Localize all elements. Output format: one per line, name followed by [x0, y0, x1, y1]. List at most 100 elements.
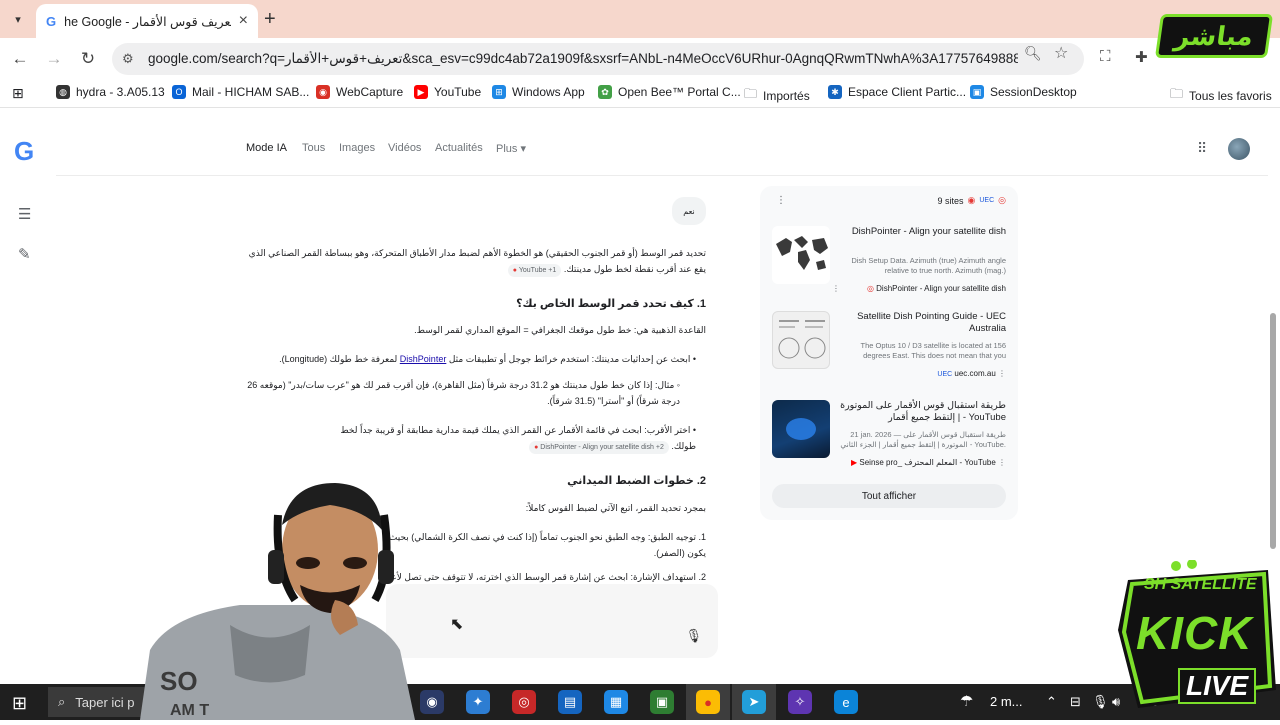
- mouse-cursor-icon: ⬉: [450, 616, 464, 633]
- tab-actualites[interactable]: Actualités: [435, 142, 483, 154]
- bookmark-label: YouTube: [434, 85, 482, 99]
- source-site: ▶ Seinse pro_ المعلم المحترف - YouTube ⋮: [838, 458, 1006, 467]
- show-all-button[interactable]: Tout afficher: [772, 484, 1006, 508]
- close-tab-icon[interactable]: ×: [239, 12, 248, 30]
- app-icon[interactable]: ✦: [466, 690, 490, 714]
- new-tab-button[interactable]: +: [264, 8, 276, 31]
- bookmark-label: SessionDesktop: [990, 85, 1077, 99]
- uec-icon: UEC: [979, 197, 995, 204]
- tab-strip: ▾ G he Google - تعريف قوس الأقمار × +: [0, 0, 1280, 38]
- tab-tous[interactable]: Tous: [302, 142, 325, 154]
- back-button[interactable]: ←: [8, 47, 32, 71]
- source-site-label: DishPointer - Align your satellite dish: [876, 284, 1006, 293]
- source-chip[interactable]: ● DishPointer - Align your satellite dis…: [529, 441, 669, 454]
- badge-top-text: SH SATELLITE: [1144, 576, 1257, 593]
- bookmark-label: WebCapture: [336, 85, 404, 99]
- bookmark-youtube[interactable]: ▶ YouTube: [414, 85, 481, 99]
- microphone-icon[interactable]: 🎙︎: [1092, 694, 1109, 710]
- telegram-icon[interactable]: ➤: [742, 690, 766, 714]
- forward-button[interactable]: →: [42, 47, 66, 71]
- follow-up-input[interactable]: 🎙︎: [386, 584, 718, 658]
- app-icon[interactable]: ◎: [512, 690, 536, 714]
- bullet-1-text: ابحث عن إحداثيات مدينتك: استخدم خرائط جو…: [448, 354, 691, 364]
- url-text: google.com/search?q=تعريف+قوس+الأقمار&sc…: [148, 51, 1018, 66]
- source-snippet: The Optus 10 / D3 satellite is located a…: [860, 341, 1007, 360]
- tab-videos[interactable]: Vidéos: [388, 142, 421, 154]
- app-icon[interactable]: ▣: [650, 690, 674, 714]
- more-options-icon[interactable]: ⋮: [832, 284, 840, 293]
- sources-header[interactable]: 9 sites ◉ UEC ◎: [760, 195, 1006, 206]
- source-title[interactable]: DishPointer - Align your satellite dish: [838, 226, 1006, 238]
- windows-start-icon[interactable]: ⊞: [12, 693, 27, 714]
- source-chip[interactable]: ● YouTube +1: [507, 264, 562, 277]
- all-bookmarks-folder[interactable]: 🗀 Tous les favoris: [1170, 85, 1272, 107]
- source-chip-label: YouTube +1: [518, 267, 557, 274]
- session-icon: ▣: [970, 85, 984, 99]
- address-bar[interactable]: ⚙ google.com/search?q=تعريف+قوس+الأقمار&…: [112, 43, 1084, 75]
- tab-search-dropdown-icon[interactable]: ▾: [6, 8, 30, 30]
- page-scrollbar[interactable]: [1270, 313, 1276, 549]
- bookmark-windows-app[interactable]: ⊞ Windows App: [492, 85, 585, 99]
- bookmark-hydra[interactable]: ◍ hydra - 3.A05.13: [56, 85, 165, 99]
- calculator-icon[interactable]: ▦: [604, 690, 628, 714]
- tab-images[interactable]: Images: [339, 142, 375, 154]
- youtube-icon: ▶: [414, 85, 428, 99]
- answer-intro: تحديد قمر الوسط (أو قمر الجنوب الحقيقي) …: [246, 245, 706, 277]
- source-title[interactable]: طريقة استقبال قوس الأقمار على الموتورة |…: [838, 400, 1006, 424]
- search-icon[interactable]: 🔍︎: [1024, 45, 1042, 62]
- bookmark-star-icon[interactable]: ☆: [1054, 43, 1068, 63]
- sources-panel: ⋮ 9 sites ◉ UEC ◎ DishPointer - Align yo…: [760, 186, 1018, 520]
- edf-icon: ✱: [828, 85, 842, 99]
- avatar[interactable]: [1228, 138, 1250, 160]
- site-info-icon[interactable]: ⚙: [122, 51, 144, 67]
- app-icon[interactable]: ▤: [558, 690, 582, 714]
- app-icon[interactable]: ◉: [420, 690, 444, 714]
- microphone-icon[interactable]: 🎙︎: [685, 628, 702, 644]
- network-icon[interactable]: ⊟: [1070, 694, 1081, 710]
- source-item[interactable]: Satellite Dish Pointing Guide - UEC Aust…: [772, 311, 1006, 391]
- bookmark-webcapture[interactable]: ◉ WebCapture: [316, 85, 403, 99]
- bookmark-label: Windows App: [512, 85, 585, 99]
- globe-icon: ◍: [56, 85, 70, 99]
- bookmark-mail[interactable]: O Mail - HICHAM SAB...: [172, 85, 309, 99]
- more-options-icon[interactable]: ⋮: [998, 458, 1006, 467]
- weather-text[interactable]: 2 m...: [990, 694, 1023, 709]
- bookmark-session-desktop[interactable]: ▣ SessionDesktop: [970, 85, 1077, 99]
- source-title[interactable]: Satellite Dish Pointing Guide - UEC Aust…: [838, 311, 1006, 335]
- new-chat-edit-icon[interactable]: ✎: [18, 245, 31, 263]
- dishpointer-link[interactable]: DishPointer: [400, 354, 447, 364]
- weather-icon[interactable]: ☂: [960, 692, 973, 710]
- bookmark-open-bee[interactable]: ✿ Open Bee™ Portal C...: [598, 85, 741, 99]
- tab-plus[interactable]: Plus ▾: [496, 142, 526, 155]
- more-options-icon[interactable]: ⋮: [998, 369, 1006, 378]
- chrome-icon[interactable]: ●: [696, 690, 720, 714]
- app-icon[interactable]: ✧: [788, 690, 812, 714]
- browser-tab[interactable]: G he Google - تعريف قوس الأقمار ×: [36, 4, 258, 38]
- source-item[interactable]: طريقة استقبال قوس الأقمار على الموتورة |…: [772, 400, 1006, 480]
- tray-chevron-icon[interactable]: ⌃: [1046, 694, 1057, 710]
- source-site-label: uec.com.au: [954, 369, 996, 378]
- bookmark-espace-client[interactable]: ✱ Espace Client Partic...: [828, 85, 966, 99]
- webcapture-icon: ◉: [316, 85, 330, 99]
- google-logo[interactable]: G: [14, 136, 34, 167]
- youtube-icon: ▶: [850, 458, 858, 467]
- tab-mode-ia[interactable]: Mode IA: [246, 142, 287, 154]
- reload-button[interactable]: ↻: [76, 47, 100, 71]
- dishpointer-icon: ●: [534, 444, 539, 451]
- svg-text:AM T: AM T: [170, 702, 209, 719]
- edge-icon[interactable]: e: [834, 690, 858, 714]
- puzzle-icon[interactable]: ✚: [1135, 48, 1148, 66]
- source-item[interactable]: DishPointer - Align your satellite dish …: [772, 226, 1006, 306]
- history-list-icon[interactable]: ☰: [18, 205, 31, 223]
- extension-icon[interactable]: ⛶: [1100, 48, 1111, 65]
- source-snippet: Dish Setup Data. Azimuth (true) Azimuth …: [851, 256, 1006, 275]
- bookmark-folder-importes[interactable]: 🗀 Importés: [744, 85, 810, 107]
- google-favicon-icon: G: [46, 13, 57, 29]
- bookmarks-bar: ⊞ ◍ hydra - 3.A05.13 O Mail - HICHAM SAB…: [0, 80, 1280, 108]
- google-apps-icon[interactable]: ⠿: [1197, 140, 1207, 157]
- apps-grid-icon[interactable]: ⊞: [12, 85, 24, 102]
- kick-live-badge: SH SATELLITE KICK LIVE: [1118, 559, 1280, 710]
- outlook-icon: O: [172, 85, 186, 99]
- dishpointer-icon: ◎: [998, 195, 1006, 205]
- bookmark-label: hydra - 3.A05.13: [76, 85, 165, 99]
